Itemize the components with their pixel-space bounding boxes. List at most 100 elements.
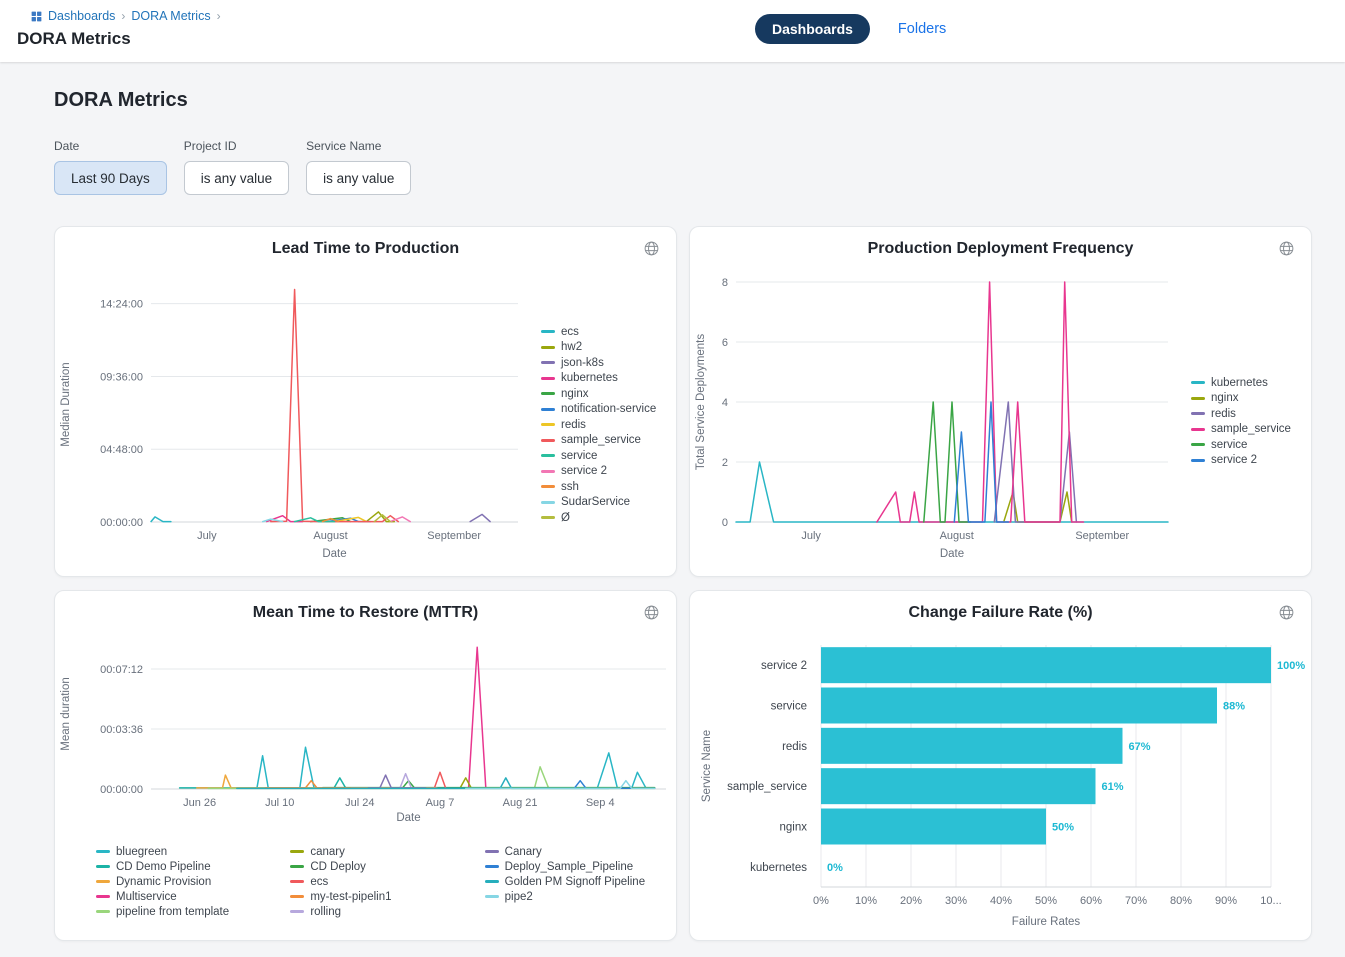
bar-value-label: 67% xyxy=(1129,741,1151,753)
boards-grid-icon[interactable] xyxy=(30,10,43,23)
breadcrumb-separator: › xyxy=(217,9,221,23)
legend-item[interactable]: rolling xyxy=(290,904,466,919)
breadcrumb-link-dashboards[interactable]: Dashboards xyxy=(48,9,115,23)
dashboard-grid: Lead Time to Production 00:00:0004:48:00… xyxy=(54,226,1312,941)
bar-service 2 xyxy=(821,647,1271,683)
tab-dashboards[interactable]: Dashboards xyxy=(755,14,870,44)
legend-item[interactable]: sample_service xyxy=(541,433,656,449)
dashboard-title: DORA Metrics xyxy=(54,89,1312,112)
legend-item[interactable]: redis xyxy=(1191,406,1291,422)
filter-chip-project-id[interactable]: is any value xyxy=(184,161,289,195)
legend-label: service 2 xyxy=(1211,454,1257,466)
legend-item[interactable]: CD Deploy xyxy=(290,859,466,874)
svg-text:redis: redis xyxy=(782,741,807,753)
breadcrumb-link-dora-metrics[interactable]: DORA Metrics xyxy=(131,9,210,23)
filter-chip-date[interactable]: Last 90 Days xyxy=(54,161,167,195)
legend-swatch xyxy=(1191,381,1205,384)
legend-swatch xyxy=(541,516,555,519)
legend-label: Golden PM Signoff Pipeline xyxy=(505,876,645,888)
svg-text:90%: 90% xyxy=(1215,895,1237,907)
legend-item[interactable]: kubernetes xyxy=(1191,375,1291,391)
legend-label: CD Demo Pipeline xyxy=(116,861,211,873)
legend-label: service xyxy=(561,450,597,462)
chart-svg: 00:00:0000:03:3600:07:12Jun 26Jul 10Jul … xyxy=(55,591,674,829)
svg-text:4: 4 xyxy=(722,397,728,409)
tab-folders[interactable]: Folders xyxy=(898,21,946,37)
legend-swatch xyxy=(541,330,555,333)
lead-time-chart: 00:00:0004:48:0009:36:0014:24:00JulyAugu… xyxy=(55,227,530,570)
legend-swatch xyxy=(485,880,499,883)
legend-item[interactable]: Multiservice xyxy=(96,889,272,904)
svg-text:service: service xyxy=(771,701,807,713)
legend-item[interactable]: service xyxy=(1191,437,1291,453)
legend-item[interactable]: service 2 xyxy=(541,464,656,480)
series-line-ecs xyxy=(151,517,171,522)
legend-item[interactable]: ecs xyxy=(290,874,466,889)
legend-item[interactable]: pipe2 xyxy=(485,889,661,904)
svg-text:September: September xyxy=(1075,530,1129,542)
legend-item[interactable]: service xyxy=(541,448,656,464)
globe-icon[interactable] xyxy=(641,602,662,626)
legend-item[interactable]: Canary xyxy=(485,844,661,859)
top-bar: Dashboards › DORA Metrics › DORA Metrics… xyxy=(0,0,1345,62)
legend-swatch xyxy=(541,377,555,380)
legend-item[interactable]: redis xyxy=(541,417,656,433)
legend-item[interactable]: notification-service xyxy=(541,402,656,418)
svg-text:sample_service: sample_service xyxy=(727,781,807,793)
filter-label: Service Name xyxy=(306,139,411,153)
legend-label: CD Deploy xyxy=(310,861,366,873)
legend-label: my-test-pipelin1 xyxy=(310,891,391,903)
chart-title: Production Deployment Frequency xyxy=(690,240,1311,258)
legend-item[interactable]: hw2 xyxy=(541,340,656,356)
legend-label: service 2 xyxy=(561,465,607,477)
change-failure-rate-chart: 0%10%20%30%40%50%60%70%80%90%10...servic… xyxy=(690,591,1311,936)
legend-item[interactable]: pipeline from template xyxy=(96,904,272,919)
legend-item[interactable]: sample_service xyxy=(1191,422,1291,438)
filter-label: Date xyxy=(54,139,167,153)
svg-text:August: August xyxy=(313,530,347,542)
globe-icon[interactable] xyxy=(1276,238,1297,262)
legend-item[interactable]: Dynamic Provision xyxy=(96,874,272,889)
legend-item[interactable]: nginx xyxy=(541,386,656,402)
svg-text:Date: Date xyxy=(322,548,346,560)
legend-item[interactable]: kubernetes xyxy=(541,371,656,387)
legend-item[interactable]: SudarService xyxy=(541,495,656,511)
legend-item[interactable]: ssh xyxy=(541,479,656,495)
legend-item[interactable]: json-k8s xyxy=(541,355,656,371)
svg-text:Median Duration: Median Duration xyxy=(60,362,72,446)
svg-text:August: August xyxy=(940,530,974,542)
svg-text:kubernetes: kubernetes xyxy=(750,862,807,874)
series-line-pipeline from template xyxy=(208,767,654,789)
legend-swatch xyxy=(96,880,110,883)
legend-label: SudarService xyxy=(561,496,630,508)
legend-label: nginx xyxy=(1211,392,1239,404)
series-line-Canary xyxy=(368,775,425,788)
legend-item[interactable]: canary xyxy=(290,844,466,859)
svg-text:30%: 30% xyxy=(945,895,967,907)
legend-item[interactable]: Deploy_Sample_Pipeline xyxy=(485,859,661,874)
svg-text:Aug 7: Aug 7 xyxy=(426,797,455,809)
filter-chip-service-name[interactable]: is any value xyxy=(306,161,411,195)
series-line-rolling xyxy=(351,774,437,789)
legend-item[interactable]: Golden PM Signoff Pipeline xyxy=(485,874,661,889)
series-line-ecs xyxy=(409,772,495,788)
legend-swatch xyxy=(541,485,555,488)
svg-text:service 2: service 2 xyxy=(761,660,807,672)
legend-item[interactable]: ecs xyxy=(541,324,656,340)
legend-item[interactable]: nginx xyxy=(1191,391,1291,407)
globe-icon[interactable] xyxy=(641,238,662,262)
legend-label: pipeline from template xyxy=(116,906,229,918)
legend-swatch xyxy=(290,895,304,898)
legend-item[interactable]: Ø xyxy=(541,510,656,526)
chart-title: Lead Time to Production xyxy=(55,240,676,258)
svg-text:Sep 4: Sep 4 xyxy=(586,797,615,809)
legend-item[interactable]: CD Demo Pipeline xyxy=(96,859,272,874)
series-line-sample_service xyxy=(271,290,399,522)
legend-item[interactable]: bluegreen xyxy=(96,844,272,859)
legend-swatch xyxy=(96,895,110,898)
legend-item[interactable]: service 2 xyxy=(1191,453,1291,469)
legend-swatch xyxy=(541,470,555,473)
deployment-frequency-legend: kubernetesnginxredissample_serviceservic… xyxy=(1191,375,1291,468)
globe-icon[interactable] xyxy=(1276,602,1297,626)
legend-item[interactable]: my-test-pipelin1 xyxy=(290,889,466,904)
